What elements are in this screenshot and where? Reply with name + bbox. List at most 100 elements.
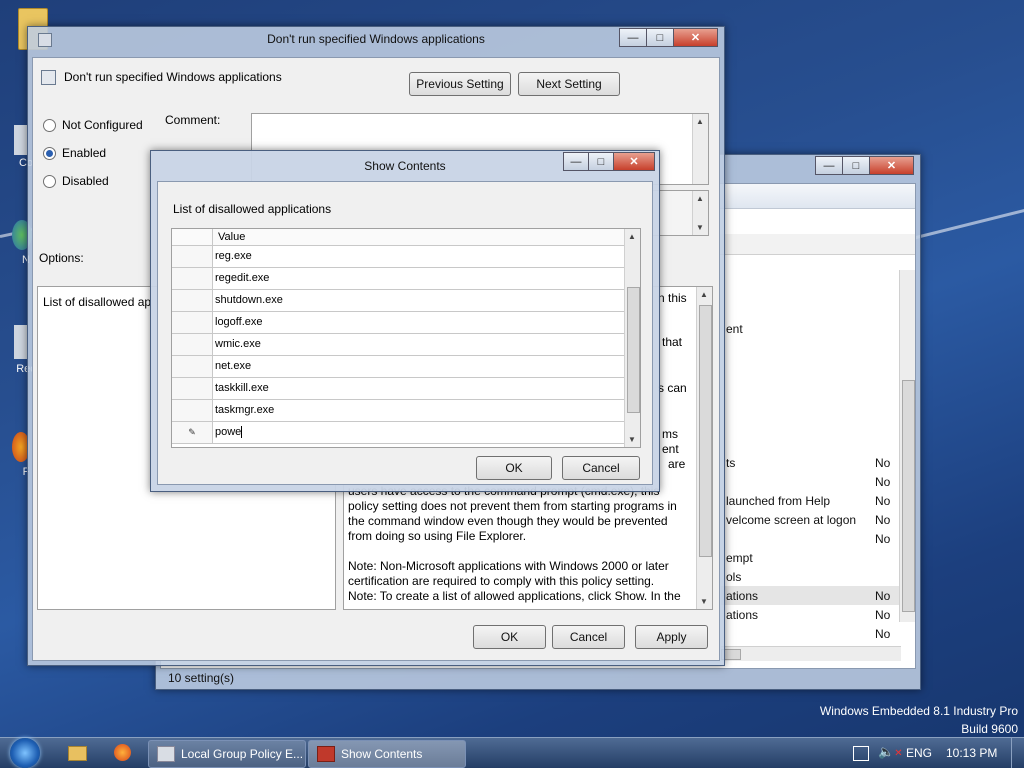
radio-disabled[interactable]: Disabled bbox=[43, 174, 109, 188]
setting-name[interactable]: velcome screen at logon bbox=[726, 513, 856, 527]
setting-state: No bbox=[875, 475, 891, 489]
text-cursor bbox=[241, 426, 243, 439]
taskbar-item-show-contents[interactable]: Show Contents bbox=[308, 740, 466, 768]
os-build: Build 9600 bbox=[961, 722, 1018, 736]
row-header bbox=[172, 378, 213, 399]
setting-state: No bbox=[875, 608, 891, 622]
setting-name[interactable]: ations bbox=[726, 608, 758, 622]
previous-setting-button[interactable]: Previous Setting bbox=[409, 72, 511, 96]
minimize-button[interactable]: — bbox=[619, 28, 647, 47]
row-header bbox=[172, 312, 213, 333]
setting-name[interactable]: ols bbox=[726, 570, 741, 584]
radio-not-configured[interactable]: Not Configured bbox=[43, 118, 143, 132]
grid-cell[interactable]: logoff.exe bbox=[215, 316, 263, 328]
apply-button[interactable]: Apply bbox=[635, 625, 708, 649]
grid-cell[interactable]: reg.exe bbox=[215, 250, 252, 262]
radio-button[interactable] bbox=[43, 118, 56, 132]
close-button[interactable]: ✕ bbox=[613, 152, 655, 171]
help-text: are bbox=[668, 457, 686, 471]
radio-label: Disabled bbox=[62, 174, 109, 188]
setting-state: No bbox=[875, 513, 891, 527]
cancel-button[interactable]: Cancel bbox=[552, 625, 625, 649]
setting-name[interactable]: ts bbox=[726, 456, 735, 470]
close-button[interactable]: ✕ bbox=[869, 156, 914, 175]
edit-pencil-icon: ✎ bbox=[172, 422, 213, 443]
horizontal-scrollbar[interactable] bbox=[721, 646, 901, 661]
clock[interactable]: 10:13 PM bbox=[946, 738, 997, 768]
grid-row-editing[interactable]: ✎ powe bbox=[172, 422, 624, 444]
editing-cell-text: powe bbox=[215, 426, 242, 438]
policy-heading: Don't run specified Windows applications bbox=[64, 70, 282, 84]
grid-row[interactable]: wmic.exe bbox=[172, 334, 624, 356]
help-scrollbar[interactable]: ▲ ▼ bbox=[696, 287, 712, 609]
radio-button[interactable] bbox=[43, 174, 56, 188]
radio-label: Enabled bbox=[62, 146, 107, 160]
ok-button[interactable]: OK bbox=[476, 456, 552, 480]
setting-state: No bbox=[875, 627, 891, 641]
help-line bbox=[348, 544, 693, 559]
title-bar: Show Contents — □ ✕ bbox=[151, 151, 659, 175]
grid-row[interactable]: shutdown.exe bbox=[172, 290, 624, 312]
comment-label: Comment: bbox=[165, 113, 221, 127]
grid-row[interactable]: regedit.exe bbox=[172, 268, 624, 290]
help-text-body: users have access to the command prompt … bbox=[348, 484, 693, 604]
grid-scrollbar[interactable]: ▲ ▼ bbox=[624, 229, 640, 447]
setting-name[interactable]: ations bbox=[726, 589, 758, 603]
language-indicator[interactable]: ENG bbox=[906, 738, 932, 768]
status-bar: 10 setting(s) bbox=[168, 671, 235, 685]
grid-cell[interactable]: shutdown.exe bbox=[215, 294, 283, 306]
grid-cell[interactable]: taskkill.exe bbox=[215, 382, 269, 394]
next-setting-button[interactable]: Next Setting bbox=[518, 72, 620, 96]
help-text: ent bbox=[662, 442, 679, 456]
file-explorer-icon[interactable] bbox=[68, 746, 87, 761]
grid-row[interactable]: logoff.exe bbox=[172, 312, 624, 334]
dialog-client-area: List of disallowed applications Value re… bbox=[157, 181, 653, 485]
setting-name[interactable]: empt bbox=[726, 551, 753, 565]
show-contents-dialog: Show Contents — □ ✕ List of disallowed a… bbox=[150, 150, 660, 492]
minimize-button[interactable]: — bbox=[563, 152, 589, 171]
editing-cell-input[interactable]: powe bbox=[215, 426, 243, 439]
grid-cell[interactable]: net.exe bbox=[215, 360, 251, 372]
help-text: s can bbox=[658, 381, 687, 395]
list-label: List of disallowed applications bbox=[173, 202, 332, 216]
os-branding: Windows Embedded 8.1 Industry Pro Build … bbox=[820, 702, 1018, 738]
firefox-icon[interactable] bbox=[114, 744, 131, 761]
radio-enabled[interactable]: Enabled bbox=[43, 146, 106, 160]
column-header-value[interactable]: Value bbox=[218, 231, 245, 243]
title-bar: Don't run specified Windows applications… bbox=[28, 27, 724, 51]
cancel-button[interactable]: Cancel bbox=[562, 456, 640, 480]
row-header bbox=[172, 356, 213, 377]
comment-scrollbar[interactable]: ▲ bbox=[692, 114, 708, 184]
maximize-button[interactable]: □ bbox=[588, 152, 614, 171]
grid-row[interactable]: taskkill.exe bbox=[172, 378, 624, 400]
show-contents-icon bbox=[317, 746, 335, 762]
maximize-button[interactable]: □ bbox=[646, 28, 674, 47]
maximize-button[interactable]: □ bbox=[842, 156, 870, 175]
ok-button[interactable]: OK bbox=[473, 625, 546, 649]
minimize-button[interactable]: — bbox=[815, 156, 843, 175]
grid-cell[interactable]: wmic.exe bbox=[215, 338, 261, 350]
grid-row[interactable]: net.exe bbox=[172, 356, 624, 378]
grid-cell[interactable]: regedit.exe bbox=[215, 272, 269, 284]
network-icon[interactable] bbox=[853, 746, 869, 761]
grid-row[interactable]: reg.exe bbox=[172, 246, 624, 268]
show-desktop-button[interactable] bbox=[1011, 738, 1024, 768]
taskbar-item-group-policy[interactable]: Local Group Policy E... bbox=[148, 740, 306, 768]
help-line: from doing so using File Explorer. bbox=[348, 529, 527, 543]
os-edition: Windows Embedded 8.1 Industry Pro bbox=[819, 704, 1018, 718]
setting-state: No bbox=[875, 494, 891, 508]
close-button[interactable]: ✕ bbox=[673, 28, 718, 47]
values-grid[interactable]: Value reg.exe regedit.exe shutdown.exe l… bbox=[171, 228, 641, 448]
grid-cell[interactable]: taskmgr.exe bbox=[215, 404, 274, 416]
volume-muted-icon[interactable]: 🔈✕ bbox=[878, 744, 903, 760]
setting-name[interactable]: launched from Help bbox=[726, 494, 830, 508]
help-line: Note: To create a list of allowed applic… bbox=[348, 589, 681, 603]
setting-state: No bbox=[875, 456, 891, 470]
start-button[interactable] bbox=[10, 738, 40, 768]
radio-button[interactable] bbox=[43, 146, 56, 160]
grid-row[interactable]: taskmgr.exe bbox=[172, 400, 624, 422]
vertical-scrollbar[interactable] bbox=[899, 270, 915, 622]
setting-name[interactable]: ent bbox=[726, 322, 743, 336]
row-header bbox=[172, 334, 213, 355]
row-header bbox=[172, 268, 213, 289]
